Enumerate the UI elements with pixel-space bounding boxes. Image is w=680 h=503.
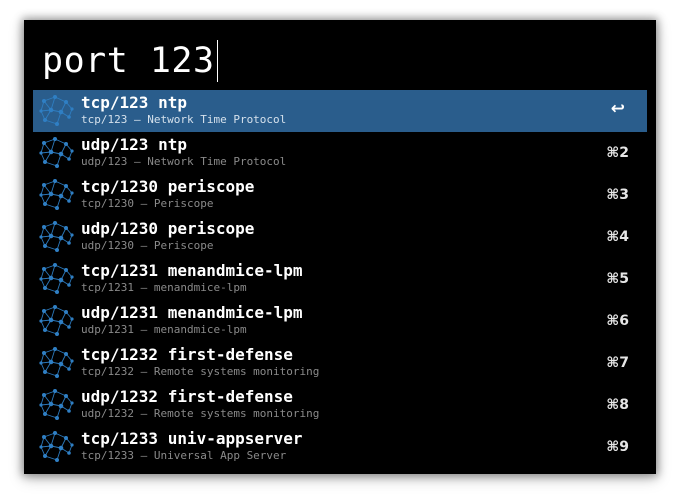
- command-key-shortcut: ⌘8: [606, 397, 629, 413]
- search-query[interactable]: port 123: [42, 43, 215, 79]
- result-subtitle: tcp/1231 – menandmice-lpm: [81, 281, 247, 294]
- result-subtitle: udp/1230 – Periscope: [81, 239, 214, 252]
- result-title: tcp/123 ntp: [81, 93, 187, 112]
- network-nodes-icon: [39, 303, 75, 339]
- result-row[interactable]: tcp/1233 univ-appserver tcp/1233 – Univer…: [33, 426, 647, 468]
- launcher-window: port 123 tcp/123 ntp tcp/123 – Network Ti…: [24, 20, 656, 474]
- result-row[interactable]: udp/1230 periscope udp/1230 – Periscope ⌘4: [33, 216, 647, 258]
- result-subtitle: tcp/1232 – Remote systems monitoring: [81, 365, 320, 378]
- command-key-shortcut: ⌘5: [606, 271, 629, 287]
- command-key-shortcut: ⌘6: [606, 313, 629, 329]
- return-key-shortcut: ↩: [610, 99, 625, 119]
- network-nodes-icon: [39, 429, 75, 465]
- results-list: tcp/123 ntp tcp/123 – Network Time Protoc…: [33, 90, 647, 468]
- result-title: udp/123 ntp: [81, 135, 187, 154]
- result-title: udp/1231 menandmice-lpm: [81, 303, 303, 322]
- result-row[interactable]: udp/1231 menandmice-lpm udp/1231 – menand…: [33, 300, 647, 342]
- result-subtitle: tcp/1230 – Periscope: [81, 197, 214, 210]
- result-row[interactable]: udp/123 ntp udp/123 – Network Time Protoc…: [33, 132, 647, 174]
- result-row[interactable]: tcp/123 ntp tcp/123 – Network Time Protoc…: [33, 90, 647, 132]
- result-subtitle: tcp/123 – Network Time Protocol: [81, 113, 287, 126]
- result-subtitle: tcp/1233 – Universal App Server: [81, 449, 287, 462]
- result-title: tcp/1231 menandmice-lpm: [81, 261, 303, 280]
- result-title: tcp/1232 first-defense: [81, 345, 293, 364]
- network-nodes-icon: [39, 135, 75, 171]
- command-key-shortcut: ⌘3: [606, 187, 629, 203]
- result-subtitle: udp/123 – Network Time Protocol: [81, 155, 287, 168]
- result-row[interactable]: tcp/1232 first-defense tcp/1232 – Remote …: [33, 342, 647, 384]
- network-nodes-icon: [39, 387, 75, 423]
- network-nodes-icon: [39, 93, 75, 129]
- command-key-shortcut: ⌘2: [606, 145, 629, 161]
- result-subtitle: udp/1232 – Remote systems monitoring: [81, 407, 320, 420]
- network-nodes-icon: [39, 345, 75, 381]
- command-key-shortcut: ⌘9: [606, 439, 629, 455]
- result-row[interactable]: tcp/1231 menandmice-lpm tcp/1231 – menand…: [33, 258, 647, 300]
- command-key-shortcut: ⌘4: [606, 229, 629, 245]
- result-row[interactable]: tcp/1230 periscope tcp/1230 – Periscope ⌘3: [33, 174, 647, 216]
- search-field[interactable]: port 123: [42, 32, 218, 90]
- result-title: udp/1230 periscope: [81, 219, 255, 238]
- result-title: udp/1232 first-defense: [81, 387, 293, 406]
- network-nodes-icon: [39, 177, 75, 213]
- result-title: tcp/1233 univ-appserver: [81, 429, 303, 448]
- network-nodes-icon: [39, 261, 75, 297]
- result-row[interactable]: udp/1232 first-defense udp/1232 – Remote …: [33, 384, 647, 426]
- text-caret: [216, 40, 218, 82]
- result-title: tcp/1230 periscope: [81, 177, 255, 196]
- network-nodes-icon: [39, 219, 75, 255]
- result-subtitle: udp/1231 – menandmice-lpm: [81, 323, 247, 336]
- command-key-shortcut: ⌘7: [606, 355, 629, 371]
